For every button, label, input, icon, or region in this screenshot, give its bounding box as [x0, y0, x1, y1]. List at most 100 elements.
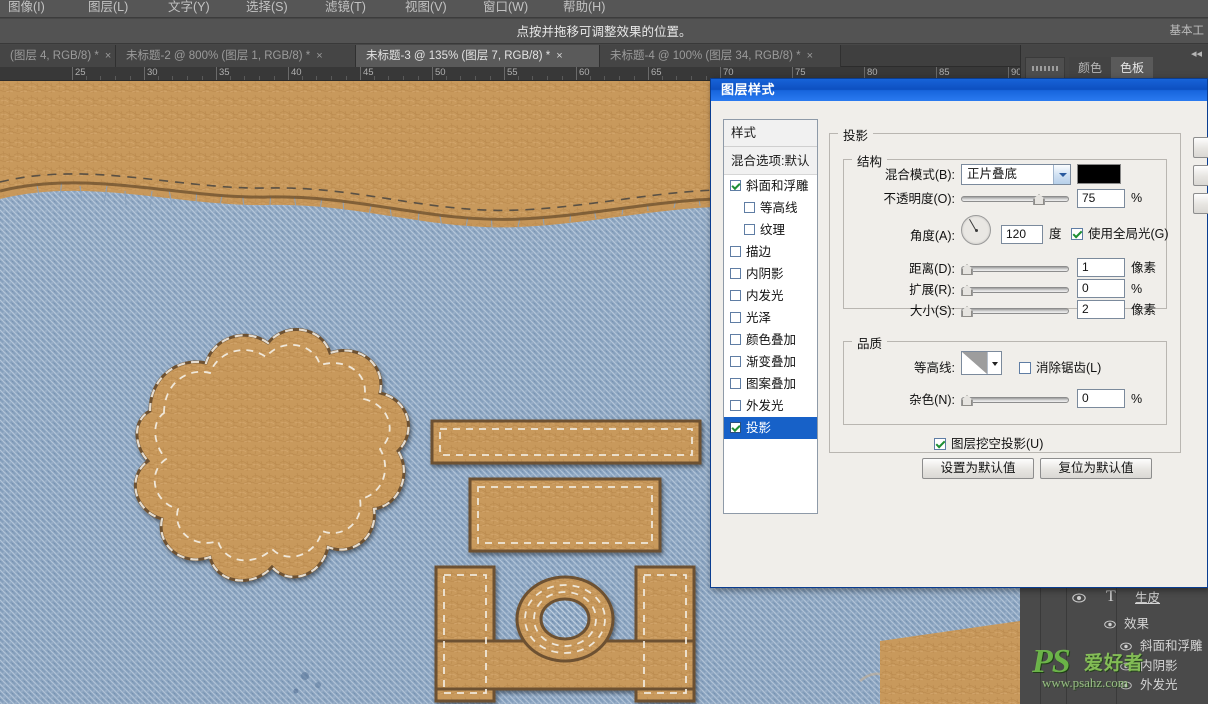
layer-style-dialog[interactable]: 图层样式 样式 混合选项:默认 斜面和浮雕 等高线 纹理 描边 内阴影 内发光 … [710, 78, 1208, 588]
spread-slider[interactable] [961, 283, 1069, 297]
antialias-checkbox[interactable]: 消除锯齿(L) [1019, 360, 1101, 376]
menu-item-window[interactable]: 窗口(W) [483, 0, 528, 15]
style-item-label: 颜色叠加 [746, 333, 797, 347]
menu-item-image[interactable]: 图像(I) [8, 0, 45, 15]
menu-item-help[interactable]: 帮助(H) [563, 0, 605, 15]
style-item-inner-glow[interactable]: 内发光 [724, 285, 817, 307]
checkbox-icon[interactable] [730, 246, 741, 257]
checkbox-icon[interactable] [934, 438, 946, 450]
style-list[interactable]: 样式 混合选项:默认 斜面和浮雕 等高线 纹理 描边 内阴影 内发光 光泽 颜色… [723, 119, 818, 514]
checkbox-icon[interactable] [730, 290, 741, 301]
reset-default-button[interactable]: 复位为默认值 [1040, 458, 1152, 479]
style-item-label: 等高线 [760, 201, 798, 215]
style-item-texture[interactable]: 纹理 [724, 219, 817, 241]
checkbox-icon[interactable] [730, 268, 741, 279]
dialog-ok-button[interactable] [1193, 137, 1208, 158]
menu-item-filter[interactable]: 滤镜(T) [325, 0, 366, 15]
quality-group: 品质 [843, 333, 1167, 425]
angle-dial[interactable] [961, 215, 991, 245]
document-tab-2[interactable]: 未标题-2 @ 800% (图层 1, RGB/8) * × [116, 45, 356, 67]
eye-icon[interactable] [1072, 593, 1086, 607]
distance-slider[interactable] [961, 262, 1069, 276]
angle-input[interactable]: 120 [1001, 225, 1043, 244]
chevron-down-icon[interactable] [1053, 165, 1070, 184]
style-item-satin[interactable]: 光泽 [724, 307, 817, 329]
drop-shadow-settings-pane: 投影 结构 混合模式(B): 正片叠底 不透明度(O): 75 % 角度(A):… [829, 119, 1181, 514]
dialog-cancel-button[interactable] [1193, 165, 1208, 186]
contour-label: 等高线: [914, 361, 955, 375]
checkbox-icon[interactable] [1071, 228, 1083, 240]
checkbox-icon[interactable] [730, 180, 741, 191]
style-item-color-overlay[interactable]: 颜色叠加 [724, 329, 817, 351]
style-item-outer-glow[interactable]: 外发光 [724, 395, 817, 417]
close-icon[interactable]: × [105, 50, 111, 62]
style-item-label: 内阴影 [746, 267, 784, 281]
blend-mode-select[interactable]: 正片叠底 [961, 164, 1071, 185]
menu-item-select[interactable]: 选择(S) [246, 0, 288, 15]
opacity-slider[interactable] [961, 192, 1069, 206]
eye-icon[interactable] [1120, 642, 1134, 656]
opacity-input[interactable]: 75 [1077, 189, 1125, 208]
close-icon[interactable]: × [316, 50, 322, 62]
blend-mode-value: 正片叠底 [967, 167, 1018, 181]
document-tab-1[interactable]: (图层 4, RGB/8) * × [0, 45, 116, 67]
effect-label[interactable]: 斜面和浮雕 [1140, 639, 1203, 653]
contour-preview-select[interactable] [961, 351, 1002, 375]
tab-swatches[interactable]: 色板 [1111, 57, 1154, 79]
style-item-inner-shadow[interactable]: 内阴影 [724, 263, 817, 285]
knockout-checkbox[interactable]: 图层挖空投影(U) [934, 436, 1043, 452]
checkbox-icon[interactable] [744, 202, 755, 213]
checkbox-icon[interactable] [730, 378, 741, 389]
menu-item-view[interactable]: 视图(V) [405, 0, 447, 15]
checkbox-icon[interactable] [730, 312, 741, 323]
layer-row-text[interactable]: T 生皮 [1020, 589, 1208, 611]
style-item-stroke[interactable]: 描边 [724, 241, 817, 263]
size-input[interactable]: 2 [1077, 300, 1125, 319]
close-icon[interactable]: × [807, 50, 813, 62]
checkbox-icon[interactable] [730, 400, 741, 411]
dialog-new-style-button[interactable] [1193, 193, 1208, 214]
chevron-down-icon[interactable] [987, 352, 1001, 374]
style-item-gradient-overlay[interactable]: 渐变叠加 [724, 351, 817, 373]
noise-slider[interactable] [961, 393, 1069, 407]
checkbox-icon[interactable] [744, 224, 755, 235]
effects-group-label[interactable]: 效果 [1124, 617, 1149, 631]
style-list-header: 样式 [724, 120, 817, 147]
document-tab-3[interactable]: 未标题-3 @ 135% (图层 7, RGB/8) * × [356, 45, 600, 67]
style-item-blending-options[interactable]: 混合选项:默认 [724, 147, 817, 175]
style-item-contour[interactable]: 等高线 [724, 197, 817, 219]
layer-row-effect-outer-glow[interactable]: 外发光 [1020, 678, 1208, 700]
use-global-light-checkbox[interactable]: 使用全局光(G) [1071, 226, 1169, 242]
eye-icon[interactable] [1104, 620, 1118, 634]
menu-item-layer[interactable]: 图层(L) [88, 0, 128, 15]
document-tab-4[interactable]: 未标题-4 @ 100% (图层 34, RGB/8) * × [600, 45, 841, 67]
size-slider[interactable] [961, 304, 1069, 318]
collapse-panels-icon[interactable]: ◂◂ [1191, 47, 1202, 60]
style-item-bevel-emboss[interactable]: 斜面和浮雕 [724, 175, 817, 197]
distance-input[interactable]: 1 [1077, 258, 1125, 277]
workspace-switcher[interactable]: 基本工 [1170, 22, 1205, 38]
layer-row-effect-bevel[interactable]: 斜面和浮雕 [1020, 639, 1208, 661]
style-item-pattern-overlay[interactable]: 图案叠加 [724, 373, 817, 395]
noise-input[interactable]: 0 [1077, 389, 1125, 408]
checkbox-icon[interactable] [1019, 362, 1031, 374]
spread-input[interactable]: 0 [1077, 279, 1125, 298]
checkbox-icon[interactable] [730, 334, 741, 345]
checkbox-icon[interactable] [730, 422, 741, 433]
effect-label[interactable]: 外发光 [1140, 678, 1178, 692]
layer-name-label[interactable]: 生皮 [1135, 591, 1160, 605]
eye-icon[interactable] [1120, 681, 1134, 695]
layer-row-effects[interactable]: 效果 [1020, 617, 1208, 639]
style-item-drop-shadow[interactable]: 投影 [724, 417, 817, 439]
close-icon[interactable]: × [556, 50, 562, 62]
tab-color[interactable]: 颜色 [1069, 57, 1112, 79]
effect-label[interactable]: 内阴影 [1140, 659, 1178, 673]
ruler-tick-label: 25 [75, 67, 86, 78]
set-default-button[interactable]: 设置为默认值 [922, 458, 1034, 479]
ruler-tick-label: 30 [147, 67, 158, 78]
eye-icon[interactable] [1120, 662, 1134, 676]
shadow-color-swatch[interactable] [1077, 164, 1121, 184]
menu-item-type[interactable]: 文字(Y) [168, 0, 210, 15]
checkbox-icon[interactable] [730, 356, 741, 367]
noise-label: 杂色(N): [909, 393, 955, 407]
